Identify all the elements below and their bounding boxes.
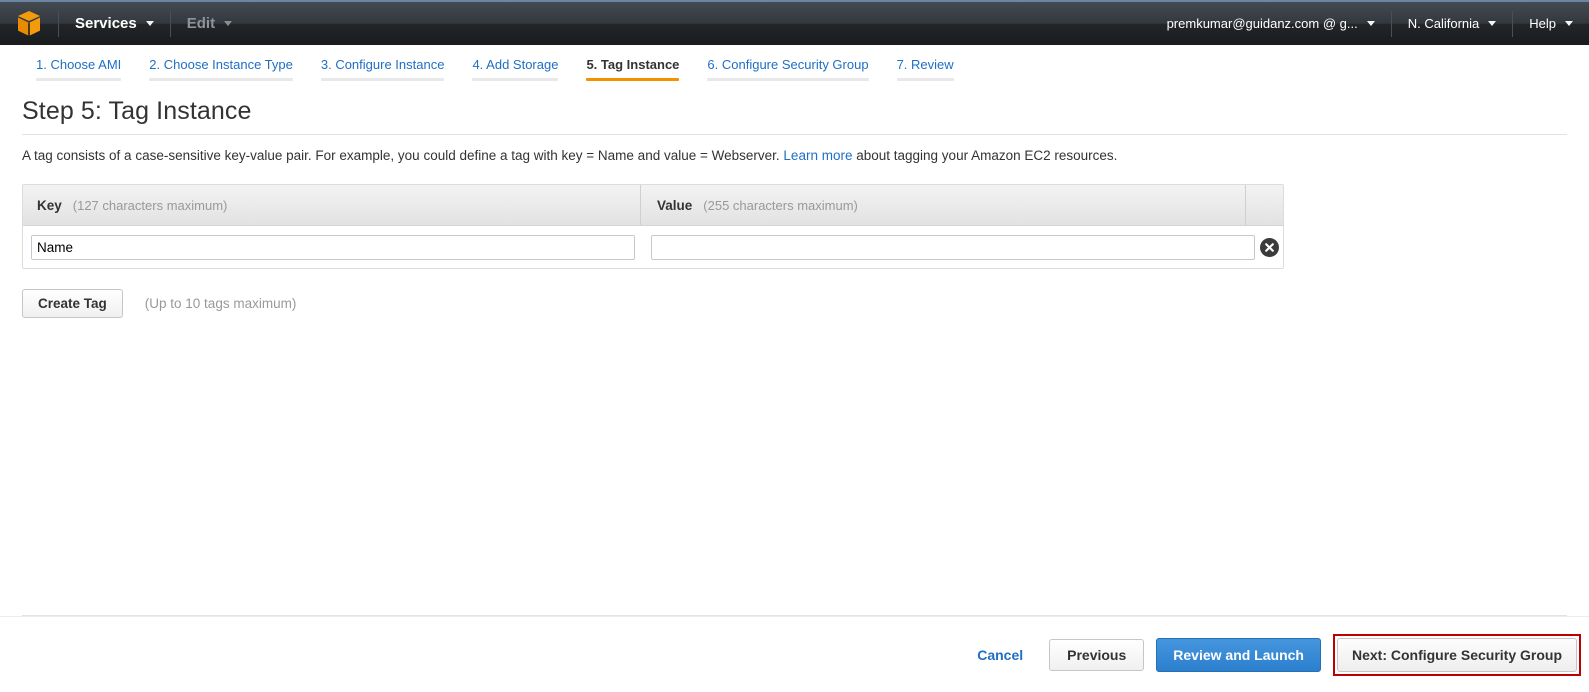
close-circle-icon[interactable] bbox=[1259, 237, 1279, 257]
create-tag-hint: (Up to 10 tags maximum) bbox=[144, 296, 297, 311]
wizard-step-tab-7[interactable]: 7. Review bbox=[883, 57, 968, 81]
tag-value-input[interactable] bbox=[651, 234, 1255, 260]
region-label: N. California bbox=[1407, 16, 1480, 31]
tag-row bbox=[23, 226, 1283, 268]
learn-more-link[interactable]: Learn more bbox=[783, 148, 852, 163]
help-menu[interactable]: Help bbox=[1513, 2, 1589, 45]
page-description: A tag consists of a case-sensitive key-v… bbox=[22, 147, 1567, 165]
wizard-step-label: 5. Tag Instance bbox=[586, 57, 680, 72]
create-tag-button[interactable]: Create Tag bbox=[22, 289, 123, 318]
key-header-label: Key bbox=[37, 197, 62, 213]
services-menu[interactable]: Services bbox=[59, 2, 170, 45]
review-and-launch-button[interactable]: Review and Launch bbox=[1156, 637, 1321, 672]
value-column-header: Value (255 characters maximum) bbox=[640, 185, 1245, 225]
tag-table-header: Key (127 characters maximum) Value (255 … bbox=[23, 185, 1283, 226]
key-header-hint: (127 characters maximum) bbox=[72, 197, 228, 213]
next-button-highlight: Next: Configure Security Group bbox=[1332, 633, 1581, 676]
help-label: Help bbox=[1529, 16, 1556, 31]
chevron-down-icon bbox=[145, 21, 154, 26]
wizard-step-label: 1. Choose AMI bbox=[36, 57, 122, 72]
wizard-step-tab-3[interactable]: 3. Configure Instance bbox=[307, 57, 459, 81]
create-tag-row: Create Tag (Up to 10 tags maximum) bbox=[22, 289, 1567, 318]
aws-cube-icon[interactable] bbox=[0, 2, 58, 45]
wizard-step-tab-6[interactable]: 6. Configure Security Group bbox=[693, 57, 882, 81]
chevron-down-icon bbox=[1366, 21, 1375, 26]
chevron-down-icon bbox=[1488, 21, 1497, 26]
chevron-down-icon bbox=[1565, 21, 1573, 26]
top-navigation-bar: Services Edit premkumar@guidanz.com @ g.… bbox=[0, 0, 1589, 45]
tag-table-body bbox=[23, 226, 1283, 268]
tag-key-input[interactable] bbox=[31, 234, 635, 260]
account-label: premkumar@guidanz.com @ g... bbox=[1166, 16, 1358, 31]
account-menu[interactable]: premkumar@guidanz.com @ g... bbox=[1151, 2, 1391, 45]
value-header-label: Value bbox=[657, 197, 693, 213]
wizard-footer: Cancel Previous Review and Launch Next: … bbox=[0, 616, 1589, 692]
tag-table: Key (127 characters maximum) Value (255 … bbox=[22, 184, 1284, 269]
wizard-step-tab-1[interactable]: 1. Choose AMI bbox=[22, 57, 135, 81]
edit-menu[interactable]: Edit bbox=[171, 2, 248, 45]
key-column-header: Key (127 characters maximum) bbox=[23, 185, 640, 225]
description-text-after: about tagging your Amazon EC2 resources. bbox=[856, 148, 1118, 163]
wizard-step-tab-5[interactable]: 5. Tag Instance bbox=[572, 57, 693, 81]
app-root: Services Edit premkumar@guidanz.com @ g.… bbox=[0, 0, 1589, 692]
previous-button[interactable]: Previous bbox=[1049, 638, 1145, 671]
topbar-left-group: Services Edit bbox=[0, 2, 248, 45]
wizard-step-tabs: 1. Choose AMI 2. Choose Instance Type 3. C… bbox=[0, 45, 1589, 81]
region-menu[interactable]: N. California bbox=[1392, 2, 1513, 45]
description-text-before: A tag consists of a case-sensitive key-v… bbox=[22, 148, 780, 163]
next-configure-security-group-button[interactable]: Next: Configure Security Group bbox=[1336, 637, 1577, 672]
title-divider bbox=[22, 134, 1567, 135]
edit-label: Edit bbox=[186, 15, 216, 32]
topbar-right-group: premkumar@guidanz.com @ g... N. Californ… bbox=[1151, 2, 1589, 45]
cancel-button[interactable]: Cancel bbox=[963, 647, 1037, 663]
services-label: Services bbox=[75, 15, 137, 32]
wizard-step-tab-2[interactable]: 2. Choose Instance Type bbox=[135, 57, 307, 81]
tag-actions-cell bbox=[1255, 237, 1283, 257]
tag-key-cell bbox=[31, 234, 643, 260]
main-content: Step 5: Tag Instance A tag consists of a… bbox=[0, 81, 1589, 318]
page-title: Step 5: Tag Instance bbox=[22, 97, 252, 125]
value-header-hint: (255 characters maximum) bbox=[703, 197, 858, 213]
wizard-step-label: 4. Add Storage bbox=[472, 57, 559, 72]
wizard-step-label: 3. Configure Instance bbox=[320, 57, 445, 72]
tag-value-cell bbox=[643, 234, 1255, 260]
wizard-step-tab-4[interactable]: 4. Add Storage bbox=[458, 57, 572, 81]
wizard-step-label: 2. Choose Instance Type bbox=[149, 57, 293, 72]
actions-column-header bbox=[1245, 185, 1283, 225]
chevron-down-icon bbox=[224, 21, 233, 26]
wizard-step-label: 6. Configure Security Group bbox=[707, 57, 869, 72]
wizard-step-label: 7. Review bbox=[896, 57, 954, 72]
